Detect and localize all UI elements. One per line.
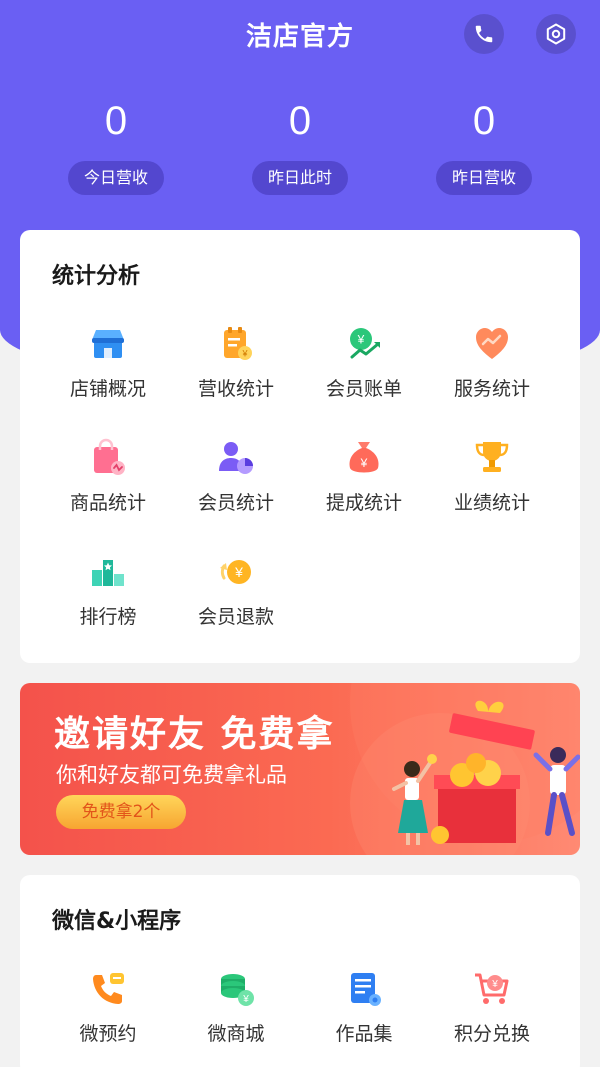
stat-value: 0 [104,99,128,143]
svg-text:¥: ¥ [491,979,498,990]
svg-text:¥: ¥ [241,349,248,359]
svg-text:¥: ¥ [234,564,243,580]
svg-text:¥: ¥ [360,456,368,470]
stat-today[interactable]: 0 今日营收 [56,95,176,195]
page-title: 洁店官方 [245,22,354,52]
points-cart-icon: ¥ [475,973,509,1004]
wechat-card: 微信&小程序 微预约 ¥ 微商城 作品集 ¥ 积分兑换 [20,875,580,1067]
grid-item-service[interactable]: 服务统计 [422,324,562,401]
phone-booking-icon [93,973,124,1004]
stat-label: 昨日此时 [252,161,348,195]
portfolio-icon [351,973,381,1006]
grid-item-label: 店铺概况 [69,378,146,400]
stat-yesterday-now[interactable]: 0 昨日此时 [240,95,360,195]
svg-text:¥: ¥ [242,994,249,1005]
grid-item-label: 会员统计 [197,492,274,514]
member-bill-icon: ¥ [350,328,380,359]
banner-subtitle: 你和好友都可免费拿礼品 [56,763,287,787]
grid-item-store-overview[interactable]: 店铺概况 [38,324,178,401]
banner-title: 邀请好友 免费拿 [54,714,335,755]
ranking-icon [92,560,124,586]
analysis-card: 统计分析 店铺概况 ¥ 营收统计 ¥ 会员账单 服务统计 商品统计 会员统计 ¥… [20,230,580,663]
svg-text:¥: ¥ [357,333,365,347]
grid-item-ranking[interactable]: 排行榜 [38,552,178,629]
section-title: 统计分析 [52,264,141,289]
gear-icon [546,23,566,45]
grid-item-portfolio[interactable]: 作品集 [294,969,434,1046]
grid-item-label: 排行榜 [79,606,137,628]
money-bag-icon: ¥ [349,442,379,473]
grid-item-label: 作品集 [335,1023,393,1045]
stat-value: 0 [288,99,312,143]
grid-item-label: 提成统计 [325,492,402,514]
grid-item-label: 会员退款 [197,606,274,628]
heart-chart-icon [476,328,508,359]
grid-item-performance[interactable]: 业绩统计 [422,438,562,515]
claim-button[interactable]: 免费拿2个 [56,795,186,829]
trophy-icon [475,442,509,472]
grid-item-commission[interactable]: ¥ 提成统计 [294,438,434,515]
revenue-report-icon: ¥ [224,327,252,360]
app-header: 洁店官方 [0,0,600,72]
grid-item-label: 积分兑换 [453,1023,530,1045]
call-button[interactable] [464,14,504,54]
settings-button[interactable] [536,14,576,54]
coin-stack-icon: ¥ [221,974,254,1006]
stat-label: 今日营收 [68,161,164,195]
phone-icon [475,25,493,43]
stat-value: 0 [472,99,496,143]
shopping-bag-icon [94,438,125,475]
refund-icon: ¥ [220,560,251,584]
gift-box-illustration [392,700,580,845]
grid-item-product[interactable]: 商品统计 [38,438,178,515]
stat-yesterday[interactable]: 0 昨日营收 [424,95,544,195]
grid-item-member-stats[interactable]: 会员统计 [166,438,306,515]
grid-item-label: 微预约 [79,1023,137,1045]
revenue-stats: 0 今日营收 0 昨日此时 0 昨日营收 [0,95,600,205]
grid-item-label: 商品统计 [69,492,146,514]
grid-item-label: 营收统计 [197,378,274,400]
grid-item-points[interactable]: ¥ 积分兑换 [422,969,562,1046]
stat-label: 昨日营收 [436,161,532,195]
grid-item-member-bill[interactable]: ¥ 会员账单 [294,324,434,401]
member-pie-icon [219,442,253,474]
section-title: 微信&小程序 [52,909,182,934]
grid-item-refund[interactable]: ¥ 会员退款 [166,552,306,629]
grid-item-revenue[interactable]: ¥ 营收统计 [166,324,306,401]
grid-item-label: 服务统计 [453,378,530,400]
grid-item-label: 业绩统计 [453,492,530,514]
grid-item-label: 微商城 [207,1023,265,1045]
grid-item-booking[interactable]: 微预约 [38,969,178,1046]
invite-banner[interactable]: 邀请好友 免费拿 你和好友都可免费拿礼品 免费拿2个 [20,683,580,855]
grid-item-label: 会员账单 [325,378,402,400]
grid-item-mall[interactable]: ¥ 微商城 [166,969,306,1046]
store-icon [92,330,124,358]
